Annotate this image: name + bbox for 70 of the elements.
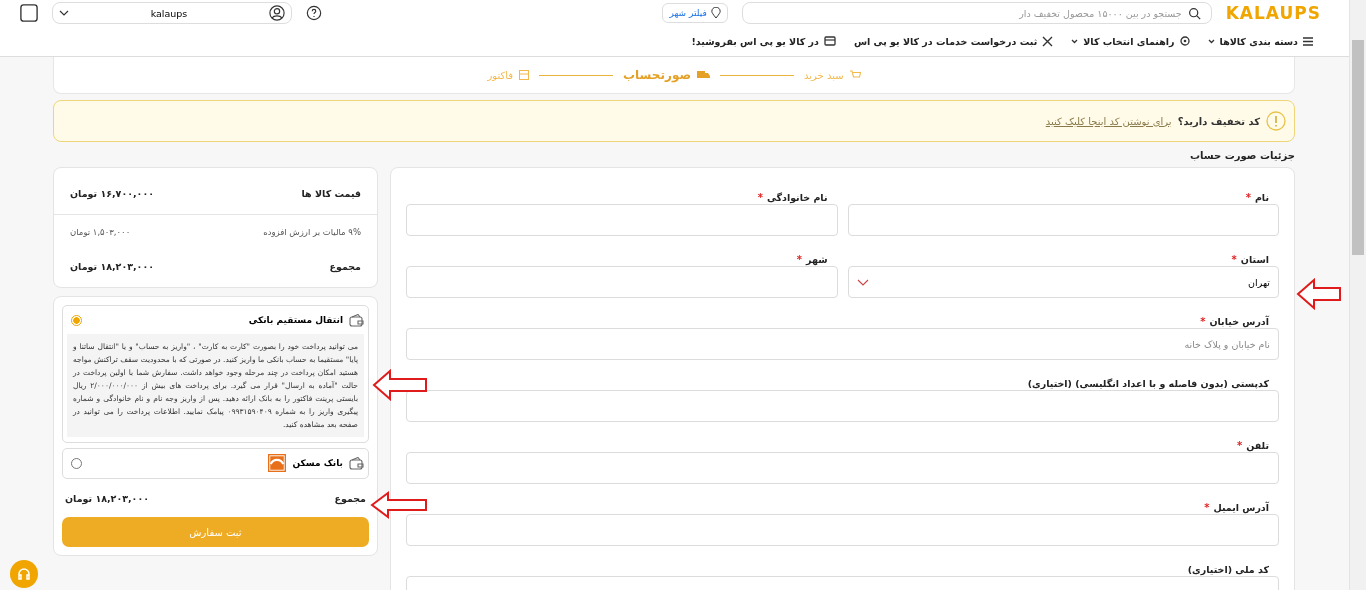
wallet-icon	[349, 313, 364, 327]
summary-value: ۱۸,۲۰۳,۰۰۰ تومان	[70, 260, 154, 272]
truck-icon	[697, 70, 710, 80]
summary-label: مجموع	[329, 260, 361, 272]
summary-value: ۱۶,۷۰۰,۰۰۰ تومان	[70, 187, 154, 199]
payment-option-label: بانک مسکن	[292, 458, 343, 468]
summary-label: ۹% مالیات بر ارزش افزوده	[263, 227, 361, 237]
field-label: تلفن	[1246, 439, 1269, 451]
chevron-down-icon	[59, 10, 69, 16]
headset-icon	[16, 566, 32, 582]
input-field[interactable]: نام خیابان و پلاک خانه	[406, 328, 1279, 360]
caret-icon	[1071, 38, 1079, 44]
nav-menu-item[interactable]: دسته بندی کالاها	[1207, 35, 1313, 47]
field-label: شهر	[805, 253, 828, 265]
user-icon	[269, 5, 285, 21]
field-label: کد ملی (اختیاری)	[1187, 563, 1269, 575]
total-value: ۱۸,۲۰۳,۰۰۰ تومان	[65, 492, 149, 504]
input-field[interactable]	[406, 514, 1279, 546]
store-icon	[823, 36, 836, 46]
scrollbar[interactable]	[1349, 0, 1366, 590]
chevron-down-icon	[856, 278, 869, 286]
city-filter-button[interactable]: فیلتر شهر	[662, 3, 728, 23]
required-mark: *	[757, 191, 763, 203]
nav-menu-item[interactable]: در کالا یو پی اس بفروشید!	[691, 35, 836, 47]
required-mark: *	[1200, 315, 1206, 327]
field-label: کدپستی (بدون فاصله و با اعداد انگلیسی) (اختیاری)	[1027, 377, 1269, 389]
discount-text: کد تخفیف دارید؟	[1177, 115, 1260, 127]
field-label: نام خانوادگی	[766, 191, 828, 203]
payment-option-label: انتقال مستقیم بانکی	[248, 315, 343, 325]
total-label: مجموع	[334, 492, 366, 504]
summary-value: ۱,۵۰۳,۰۰۰ تومان	[70, 227, 131, 237]
input-field[interactable]	[406, 204, 838, 236]
required-mark: *	[796, 253, 802, 265]
radio-button[interactable]	[71, 314, 82, 326]
field-label: آدرس ایمیل	[1213, 501, 1269, 513]
nav-menu-item[interactable]: راهنمای انتخاب کالا	[1071, 35, 1190, 47]
tools-icon	[1042, 35, 1054, 47]
required-mark: *	[1236, 439, 1243, 451]
required-mark: *	[1204, 501, 1210, 513]
warning-icon	[1266, 111, 1286, 131]
support-chat-button[interactable]	[10, 560, 38, 588]
payment-option[interactable]: بانک مسکن	[62, 448, 369, 479]
search-field[interactable]: جستجو در بین ۱۵۰۰۰ محصول تخفیف دار	[741, 2, 1212, 24]
help-icon[interactable]	[306, 5, 322, 21]
payment-option[interactable]	[62, 305, 369, 443]
required-mark: *	[1231, 253, 1237, 265]
wallet-icon	[349, 456, 364, 470]
summary-label: قیمت کالا ها	[301, 187, 361, 199]
invoice-icon	[519, 70, 530, 80]
annotation-arrow	[1296, 278, 1342, 310]
user-menu[interactable]: kalaups	[52, 2, 292, 24]
lightbulb-icon	[1179, 36, 1190, 46]
radio-button[interactable]	[71, 457, 82, 469]
select-field[interactable]: تهران	[847, 266, 1279, 298]
input-field[interactable]	[406, 266, 838, 298]
input-field[interactable]	[406, 452, 1279, 484]
nav-menu-item[interactable]: ثبت درخواست خدمات در کالا یو پی اس	[853, 35, 1054, 47]
location-pin-icon	[710, 7, 721, 19]
bank-logo-icon	[268, 454, 287, 472]
input-field[interactable]	[406, 390, 1279, 422]
menu-icon	[1303, 36, 1313, 46]
caret-icon	[1207, 38, 1215, 44]
field-label: نام	[1254, 191, 1269, 203]
required-mark: *	[1245, 191, 1251, 203]
field-label: آدرس خیابان	[1209, 315, 1269, 327]
section-title: جزئیات صورت حساب	[1189, 150, 1295, 161]
search-icon	[1187, 6, 1201, 20]
discount-link[interactable]: برای نوشتن کد اینجا کلیک کنید	[1045, 115, 1172, 127]
field-label: استان	[1240, 253, 1269, 265]
input-field[interactable]	[847, 204, 1279, 236]
